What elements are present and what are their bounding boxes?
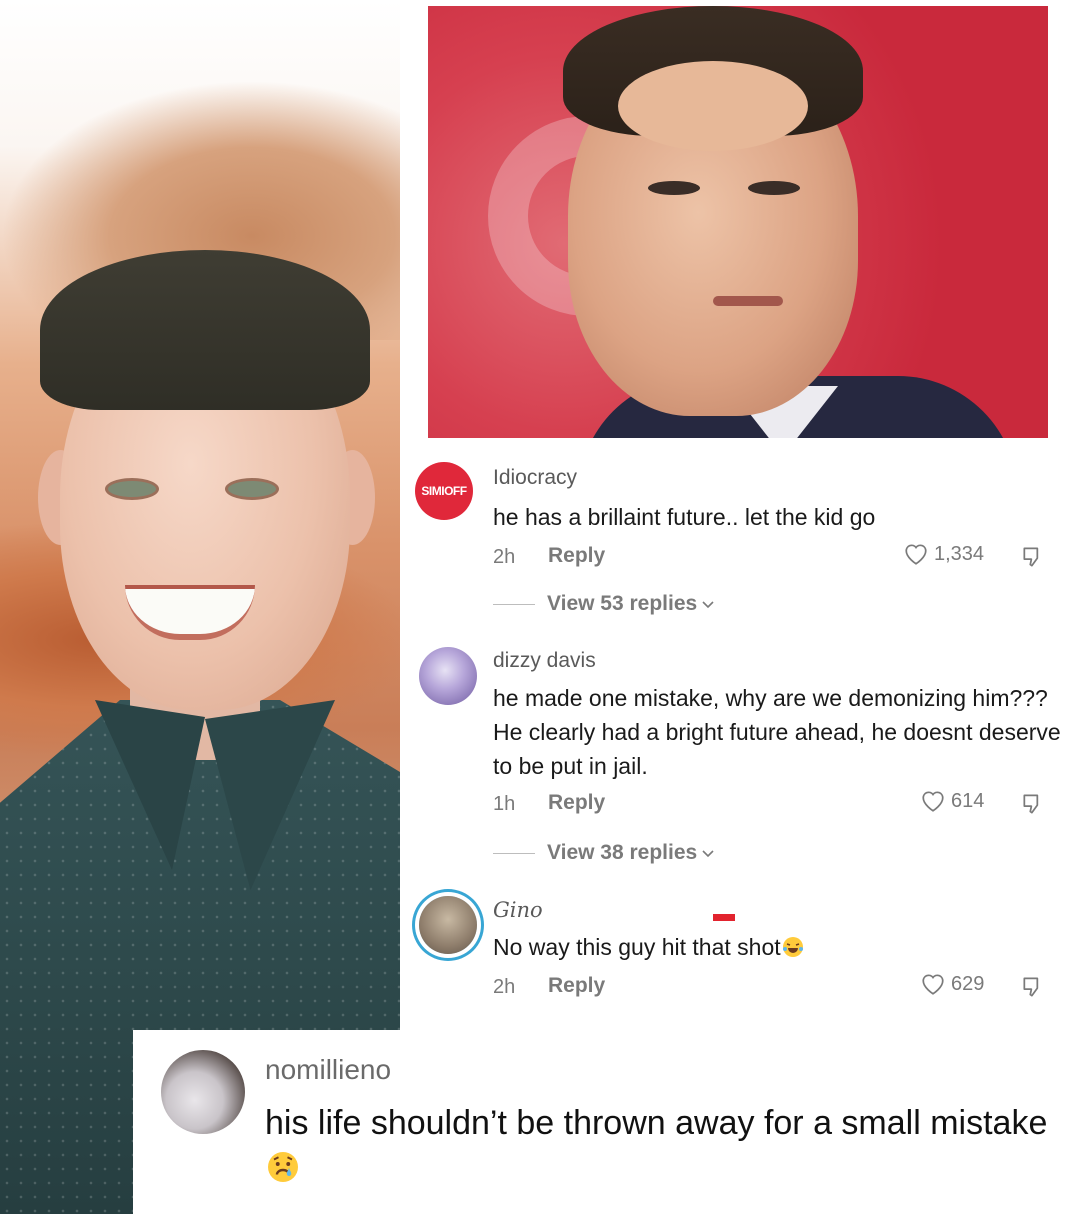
dislike-icon[interactable] — [1020, 974, 1046, 1000]
right-photo — [428, 6, 1048, 438]
comment-text: his life shouldn’t be thrown away for a … — [265, 1100, 1055, 1192]
view-replies-button[interactable]: View 53 replies — [493, 592, 715, 616]
reply-button[interactable]: Reply — [548, 544, 605, 568]
chevron-down-icon — [702, 601, 714, 609]
like-count: 614 — [951, 789, 985, 812]
crying-face-icon — [268, 1152, 298, 1182]
comment-username[interactable]: Gino — [493, 898, 543, 922]
comment-text: he made one mistake, why are we demonizi… — [493, 685, 1061, 779]
avatar[interactable]: SIMIOFF — [415, 462, 473, 520]
comment-text-body: his life shouldn’t be thrown away for a … — [265, 1104, 1048, 1142]
avatar[interactable] — [419, 896, 477, 954]
heart-icon — [922, 974, 944, 995]
laughing-crying-face-icon — [782, 937, 803, 957]
like-button[interactable]: 614 — [920, 789, 984, 813]
chevron-down-icon — [702, 850, 714, 858]
overlay-comment: nomillieno his life shouldn’t be thrown … — [133, 1030, 1080, 1214]
avatar[interactable] — [161, 1050, 245, 1134]
dislike-icon[interactable] — [1020, 791, 1046, 817]
reply-button[interactable]: Reply — [548, 791, 605, 815]
dislike-icon[interactable] — [1020, 544, 1046, 570]
comment-time: 2h — [493, 976, 516, 998]
like-button[interactable]: 1,334 — [903, 542, 984, 566]
like-count: 629 — [951, 972, 985, 995]
heart-icon — [922, 791, 944, 812]
reply-button[interactable]: Reply — [548, 974, 605, 998]
comment-username[interactable]: Idiocracy — [493, 466, 577, 490]
comment-username[interactable]: dizzy davis — [493, 649, 596, 673]
view-replies-button[interactable]: View 38 replies — [493, 841, 715, 865]
comment-time: 2h — [493, 546, 516, 568]
like-count: 1,334 — [934, 542, 985, 565]
comment-gino: Gino No way this guy hit that shot 2h Re… — [415, 890, 1065, 1010]
comment-time: 1h — [493, 793, 516, 815]
comment-text-body: No way this guy hit that shot — [493, 934, 781, 960]
comment-idiocracy: SIMIOFF Idiocracy he has a brillaint fut… — [415, 462, 1065, 622]
avatar-logo-text: SIMIOFF — [421, 484, 467, 498]
comment-text: No way this guy hit that shot — [493, 930, 1063, 964]
view-replies-label: View 38 replies — [547, 841, 698, 864]
like-button[interactable]: 629 — [920, 972, 984, 996]
heart-icon — [905, 544, 927, 565]
comment-username[interactable]: nomillieno — [265, 1054, 391, 1086]
avatar[interactable] — [419, 647, 477, 705]
view-replies-label: View 53 replies — [547, 592, 698, 615]
comment-dizzy-davis: dizzy davis he made one mistake, why are… — [415, 643, 1065, 873]
comment-text: he has a brillaint future.. let the kid … — [493, 504, 876, 530]
